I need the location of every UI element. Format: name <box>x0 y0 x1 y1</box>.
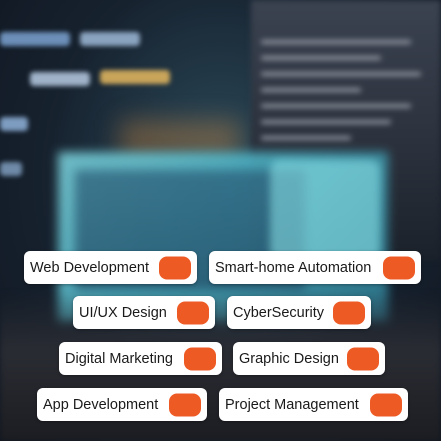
chip-label: Project Management <box>225 396 359 413</box>
toggle-indicator[interactable] <box>383 256 415 279</box>
chip-label: UI/UX Design <box>79 304 167 321</box>
chip-label: Graphic Design <box>239 350 339 367</box>
chip-label: App Development <box>43 396 159 413</box>
chip-web-development[interactable]: Web Development <box>24 251 197 284</box>
chip-label: Web Development <box>30 259 150 276</box>
chip-cybersecurity[interactable]: CyberSecurity <box>227 296 371 329</box>
chip-label: Digital Marketing <box>65 350 173 367</box>
toggle-indicator[interactable] <box>347 347 379 370</box>
chip-graphic-design[interactable]: Graphic Design <box>233 342 385 375</box>
chip-app-development[interactable]: App Development <box>37 388 207 421</box>
chip-label: CyberSecurity <box>233 304 325 321</box>
toggle-indicator[interactable] <box>169 393 201 416</box>
toggle-indicator[interactable] <box>177 301 209 324</box>
toggle-indicator[interactable] <box>370 393 402 416</box>
background-document-icon <box>270 160 380 260</box>
toggle-indicator[interactable] <box>159 256 191 279</box>
toggle-indicator[interactable] <box>333 301 365 324</box>
toggle-indicator[interactable] <box>184 347 216 370</box>
chip-label: Smart-home Automation <box>215 259 372 276</box>
chip-project-management[interactable]: Project Management <box>219 388 408 421</box>
chip-digital-marketing[interactable]: Digital Marketing <box>59 342 222 375</box>
chip-ui-ux-design[interactable]: UI/UX Design <box>73 296 215 329</box>
chip-smart-home-automation[interactable]: Smart-home Automation <box>209 251 421 284</box>
